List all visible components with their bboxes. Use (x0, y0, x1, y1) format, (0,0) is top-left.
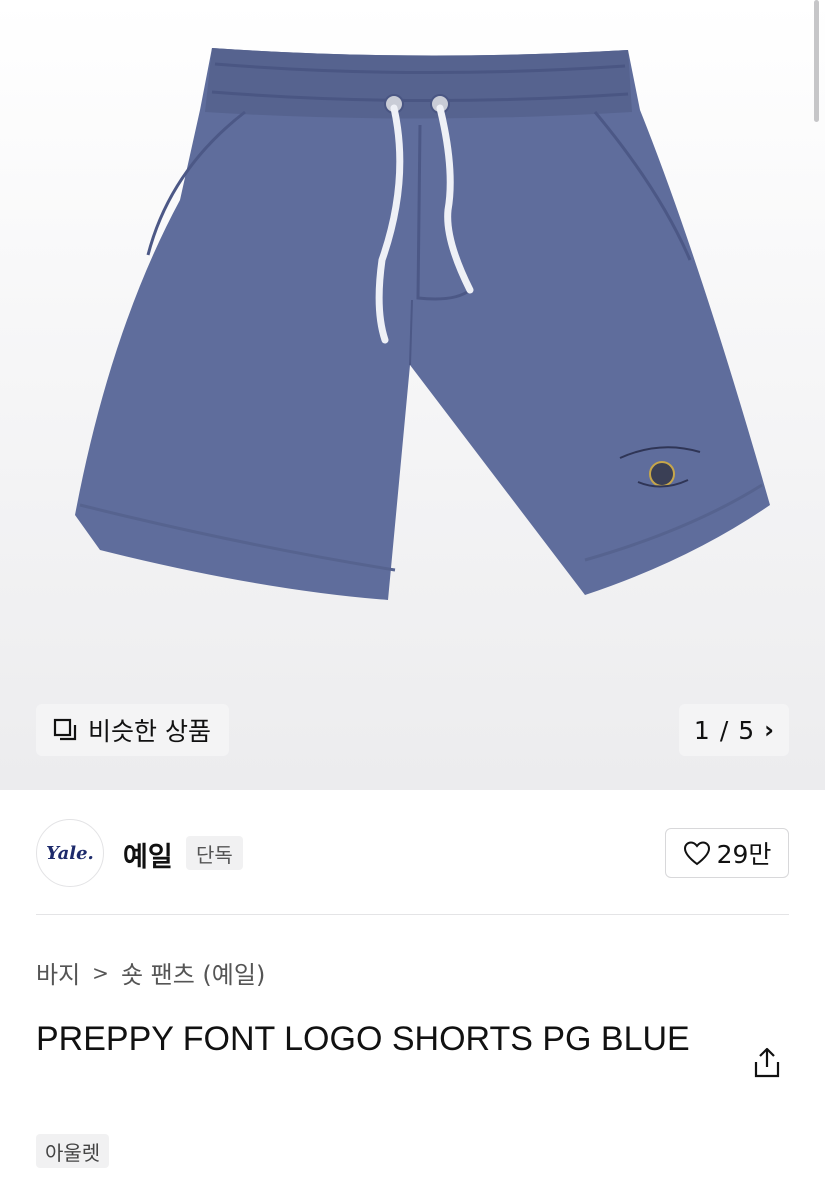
outlet-badge: 아울렛 (36, 1134, 110, 1168)
product-image (75, 48, 770, 600)
brand-logo[interactable]: Yale. (36, 819, 104, 887)
like-button[interactable]: 29만 (665, 828, 789, 878)
scrollbar[interactable] (814, 0, 819, 122)
share-icon[interactable] (749, 1045, 785, 1081)
similar-products-button[interactable]: 비슷한 상품 (36, 704, 229, 756)
chevron-right-icon: > (92, 960, 109, 985)
brand-exclusive-badge: 단독 (186, 836, 243, 870)
breadcrumb-item-category[interactable]: 바지 (36, 955, 80, 990)
brand-name[interactable]: 예일 (123, 835, 173, 874)
similar-icon (53, 718, 77, 741)
like-count: 29만 (716, 840, 772, 869)
image-pager[interactable]: 1 / 5 › (679, 704, 789, 756)
breadcrumb: 바지 > 숏 팬츠 (예일) (36, 955, 265, 990)
pager-total: 5 (738, 715, 755, 745)
similar-products-label: 비슷한 상품 (88, 717, 211, 746)
brand-logo-text: Yale. (46, 842, 94, 864)
pager-separator: / (719, 715, 729, 745)
chevron-right-icon[interactable]: › (764, 716, 774, 744)
heart-icon (683, 841, 710, 866)
product-title: PREPPY FONT LOGO SHORTS PG BLUE (36, 1020, 690, 1058)
product-image-gallery[interactable]: 비슷한 상품 1 / 5 › (0, 0, 825, 790)
breadcrumb-item-subcategory[interactable]: 숏 팬츠 (예일) (121, 955, 265, 990)
pager-current: 1 (693, 715, 710, 745)
divider (36, 914, 789, 915)
